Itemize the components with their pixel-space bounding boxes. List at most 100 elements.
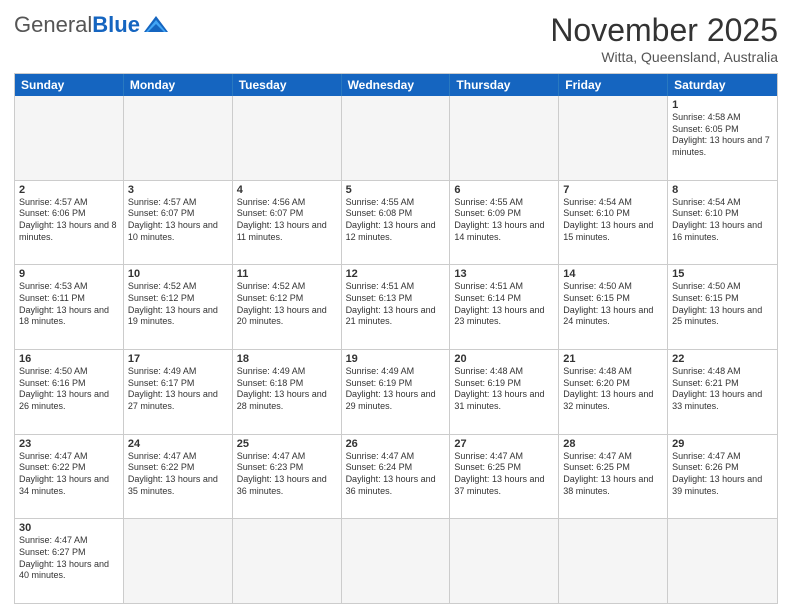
day-info: Sunrise: 4:48 AM Sunset: 6:19 PM Dayligh… (454, 366, 554, 413)
calendar-body: 1Sunrise: 4:58 AM Sunset: 6:05 PM Daylig… (15, 96, 777, 603)
title-block: November 2025 Witta, Queensland, Austral… (550, 12, 778, 65)
day-info: Sunrise: 4:51 AM Sunset: 6:13 PM Dayligh… (346, 281, 446, 328)
day-cell: 23Sunrise: 4:47 AM Sunset: 6:22 PM Dayli… (15, 435, 124, 519)
day-cell (342, 96, 451, 180)
day-number: 16 (19, 353, 119, 365)
day-cell: 29Sunrise: 4:47 AM Sunset: 6:26 PM Dayli… (668, 435, 777, 519)
logo-blue: Blue (92, 12, 140, 38)
day-number: 23 (19, 438, 119, 450)
day-info: Sunrise: 4:48 AM Sunset: 6:21 PM Dayligh… (672, 366, 773, 413)
day-info: Sunrise: 4:49 AM Sunset: 6:17 PM Dayligh… (128, 366, 228, 413)
day-number: 20 (454, 353, 554, 365)
header: General Blue November 2025 Witta, Queens… (14, 12, 778, 65)
day-number: 15 (672, 268, 773, 280)
day-cell: 25Sunrise: 4:47 AM Sunset: 6:23 PM Dayli… (233, 435, 342, 519)
day-number: 12 (346, 268, 446, 280)
day-number: 26 (346, 438, 446, 450)
day-number: 3 (128, 184, 228, 196)
day-cell (124, 519, 233, 603)
day-number: 22 (672, 353, 773, 365)
day-header-wednesday: Wednesday (342, 74, 451, 96)
day-cell: 9Sunrise: 4:53 AM Sunset: 6:11 PM Daylig… (15, 265, 124, 349)
day-cell: 10Sunrise: 4:52 AM Sunset: 6:12 PM Dayli… (124, 265, 233, 349)
week-row-2: 9Sunrise: 4:53 AM Sunset: 6:11 PM Daylig… (15, 265, 777, 350)
day-info: Sunrise: 4:50 AM Sunset: 6:15 PM Dayligh… (672, 281, 773, 328)
day-info: Sunrise: 4:47 AM Sunset: 6:26 PM Dayligh… (672, 451, 773, 498)
day-cell: 26Sunrise: 4:47 AM Sunset: 6:24 PM Dayli… (342, 435, 451, 519)
day-cell: 7Sunrise: 4:54 AM Sunset: 6:10 PM Daylig… (559, 181, 668, 265)
day-info: Sunrise: 4:49 AM Sunset: 6:19 PM Dayligh… (346, 366, 446, 413)
day-number: 14 (563, 268, 663, 280)
day-info: Sunrise: 4:47 AM Sunset: 6:23 PM Dayligh… (237, 451, 337, 498)
day-header-tuesday: Tuesday (233, 74, 342, 96)
day-cell: 8Sunrise: 4:54 AM Sunset: 6:10 PM Daylig… (668, 181, 777, 265)
day-cell (559, 96, 668, 180)
day-info: Sunrise: 4:52 AM Sunset: 6:12 PM Dayligh… (128, 281, 228, 328)
day-cell: 6Sunrise: 4:55 AM Sunset: 6:09 PM Daylig… (450, 181, 559, 265)
day-cell: 14Sunrise: 4:50 AM Sunset: 6:15 PM Dayli… (559, 265, 668, 349)
month-title: November 2025 (550, 12, 778, 49)
day-cell: 28Sunrise: 4:47 AM Sunset: 6:25 PM Dayli… (559, 435, 668, 519)
day-number: 19 (346, 353, 446, 365)
day-header-sunday: Sunday (15, 74, 124, 96)
day-info: Sunrise: 4:47 AM Sunset: 6:24 PM Dayligh… (346, 451, 446, 498)
day-info: Sunrise: 4:47 AM Sunset: 6:25 PM Dayligh… (563, 451, 663, 498)
day-cell: 12Sunrise: 4:51 AM Sunset: 6:13 PM Dayli… (342, 265, 451, 349)
page: General Blue November 2025 Witta, Queens… (0, 0, 792, 612)
day-number: 28 (563, 438, 663, 450)
day-info: Sunrise: 4:47 AM Sunset: 6:27 PM Dayligh… (19, 535, 119, 582)
day-info: Sunrise: 4:57 AM Sunset: 6:07 PM Dayligh… (128, 197, 228, 244)
day-headers: SundayMondayTuesdayWednesdayThursdayFrid… (15, 74, 777, 96)
day-number: 17 (128, 353, 228, 365)
day-cell: 2Sunrise: 4:57 AM Sunset: 6:06 PM Daylig… (15, 181, 124, 265)
day-cell: 18Sunrise: 4:49 AM Sunset: 6:18 PM Dayli… (233, 350, 342, 434)
day-info: Sunrise: 4:55 AM Sunset: 6:08 PM Dayligh… (346, 197, 446, 244)
day-info: Sunrise: 4:53 AM Sunset: 6:11 PM Dayligh… (19, 281, 119, 328)
day-cell: 16Sunrise: 4:50 AM Sunset: 6:16 PM Dayli… (15, 350, 124, 434)
logo: General Blue (14, 12, 170, 38)
day-info: Sunrise: 4:47 AM Sunset: 6:22 PM Dayligh… (128, 451, 228, 498)
day-cell: 17Sunrise: 4:49 AM Sunset: 6:17 PM Dayli… (124, 350, 233, 434)
day-number: 27 (454, 438, 554, 450)
day-cell: 13Sunrise: 4:51 AM Sunset: 6:14 PM Dayli… (450, 265, 559, 349)
day-cell: 22Sunrise: 4:48 AM Sunset: 6:21 PM Dayli… (668, 350, 777, 434)
day-number: 18 (237, 353, 337, 365)
day-cell (450, 96, 559, 180)
week-row-4: 23Sunrise: 4:47 AM Sunset: 6:22 PM Dayli… (15, 435, 777, 520)
day-cell (124, 96, 233, 180)
week-row-0: 1Sunrise: 4:58 AM Sunset: 6:05 PM Daylig… (15, 96, 777, 181)
day-cell: 30Sunrise: 4:47 AM Sunset: 6:27 PM Dayli… (15, 519, 124, 603)
day-cell (233, 96, 342, 180)
day-number: 1 (672, 99, 773, 111)
day-info: Sunrise: 4:50 AM Sunset: 6:16 PM Dayligh… (19, 366, 119, 413)
day-cell: 19Sunrise: 4:49 AM Sunset: 6:19 PM Dayli… (342, 350, 451, 434)
day-cell (233, 519, 342, 603)
day-cell: 21Sunrise: 4:48 AM Sunset: 6:20 PM Dayli… (559, 350, 668, 434)
day-number: 8 (672, 184, 773, 196)
day-info: Sunrise: 4:56 AM Sunset: 6:07 PM Dayligh… (237, 197, 337, 244)
location: Witta, Queensland, Australia (550, 49, 778, 65)
day-cell (450, 519, 559, 603)
day-header-thursday: Thursday (450, 74, 559, 96)
day-cell: 1Sunrise: 4:58 AM Sunset: 6:05 PM Daylig… (668, 96, 777, 180)
calendar: SundayMondayTuesdayWednesdayThursdayFrid… (14, 73, 778, 604)
day-cell: 20Sunrise: 4:48 AM Sunset: 6:19 PM Dayli… (450, 350, 559, 434)
day-header-monday: Monday (124, 74, 233, 96)
day-cell (15, 96, 124, 180)
logo-icon (142, 14, 170, 36)
week-row-3: 16Sunrise: 4:50 AM Sunset: 6:16 PM Dayli… (15, 350, 777, 435)
day-info: Sunrise: 4:57 AM Sunset: 6:06 PM Dayligh… (19, 197, 119, 244)
day-info: Sunrise: 4:47 AM Sunset: 6:22 PM Dayligh… (19, 451, 119, 498)
day-number: 10 (128, 268, 228, 280)
day-number: 2 (19, 184, 119, 196)
day-number: 21 (563, 353, 663, 365)
day-info: Sunrise: 4:50 AM Sunset: 6:15 PM Dayligh… (563, 281, 663, 328)
day-cell: 11Sunrise: 4:52 AM Sunset: 6:12 PM Dayli… (233, 265, 342, 349)
day-info: Sunrise: 4:49 AM Sunset: 6:18 PM Dayligh… (237, 366, 337, 413)
day-number: 25 (237, 438, 337, 450)
day-number: 11 (237, 268, 337, 280)
week-row-5: 30Sunrise: 4:47 AM Sunset: 6:27 PM Dayli… (15, 519, 777, 603)
day-info: Sunrise: 4:48 AM Sunset: 6:20 PM Dayligh… (563, 366, 663, 413)
day-number: 6 (454, 184, 554, 196)
day-cell: 27Sunrise: 4:47 AM Sunset: 6:25 PM Dayli… (450, 435, 559, 519)
